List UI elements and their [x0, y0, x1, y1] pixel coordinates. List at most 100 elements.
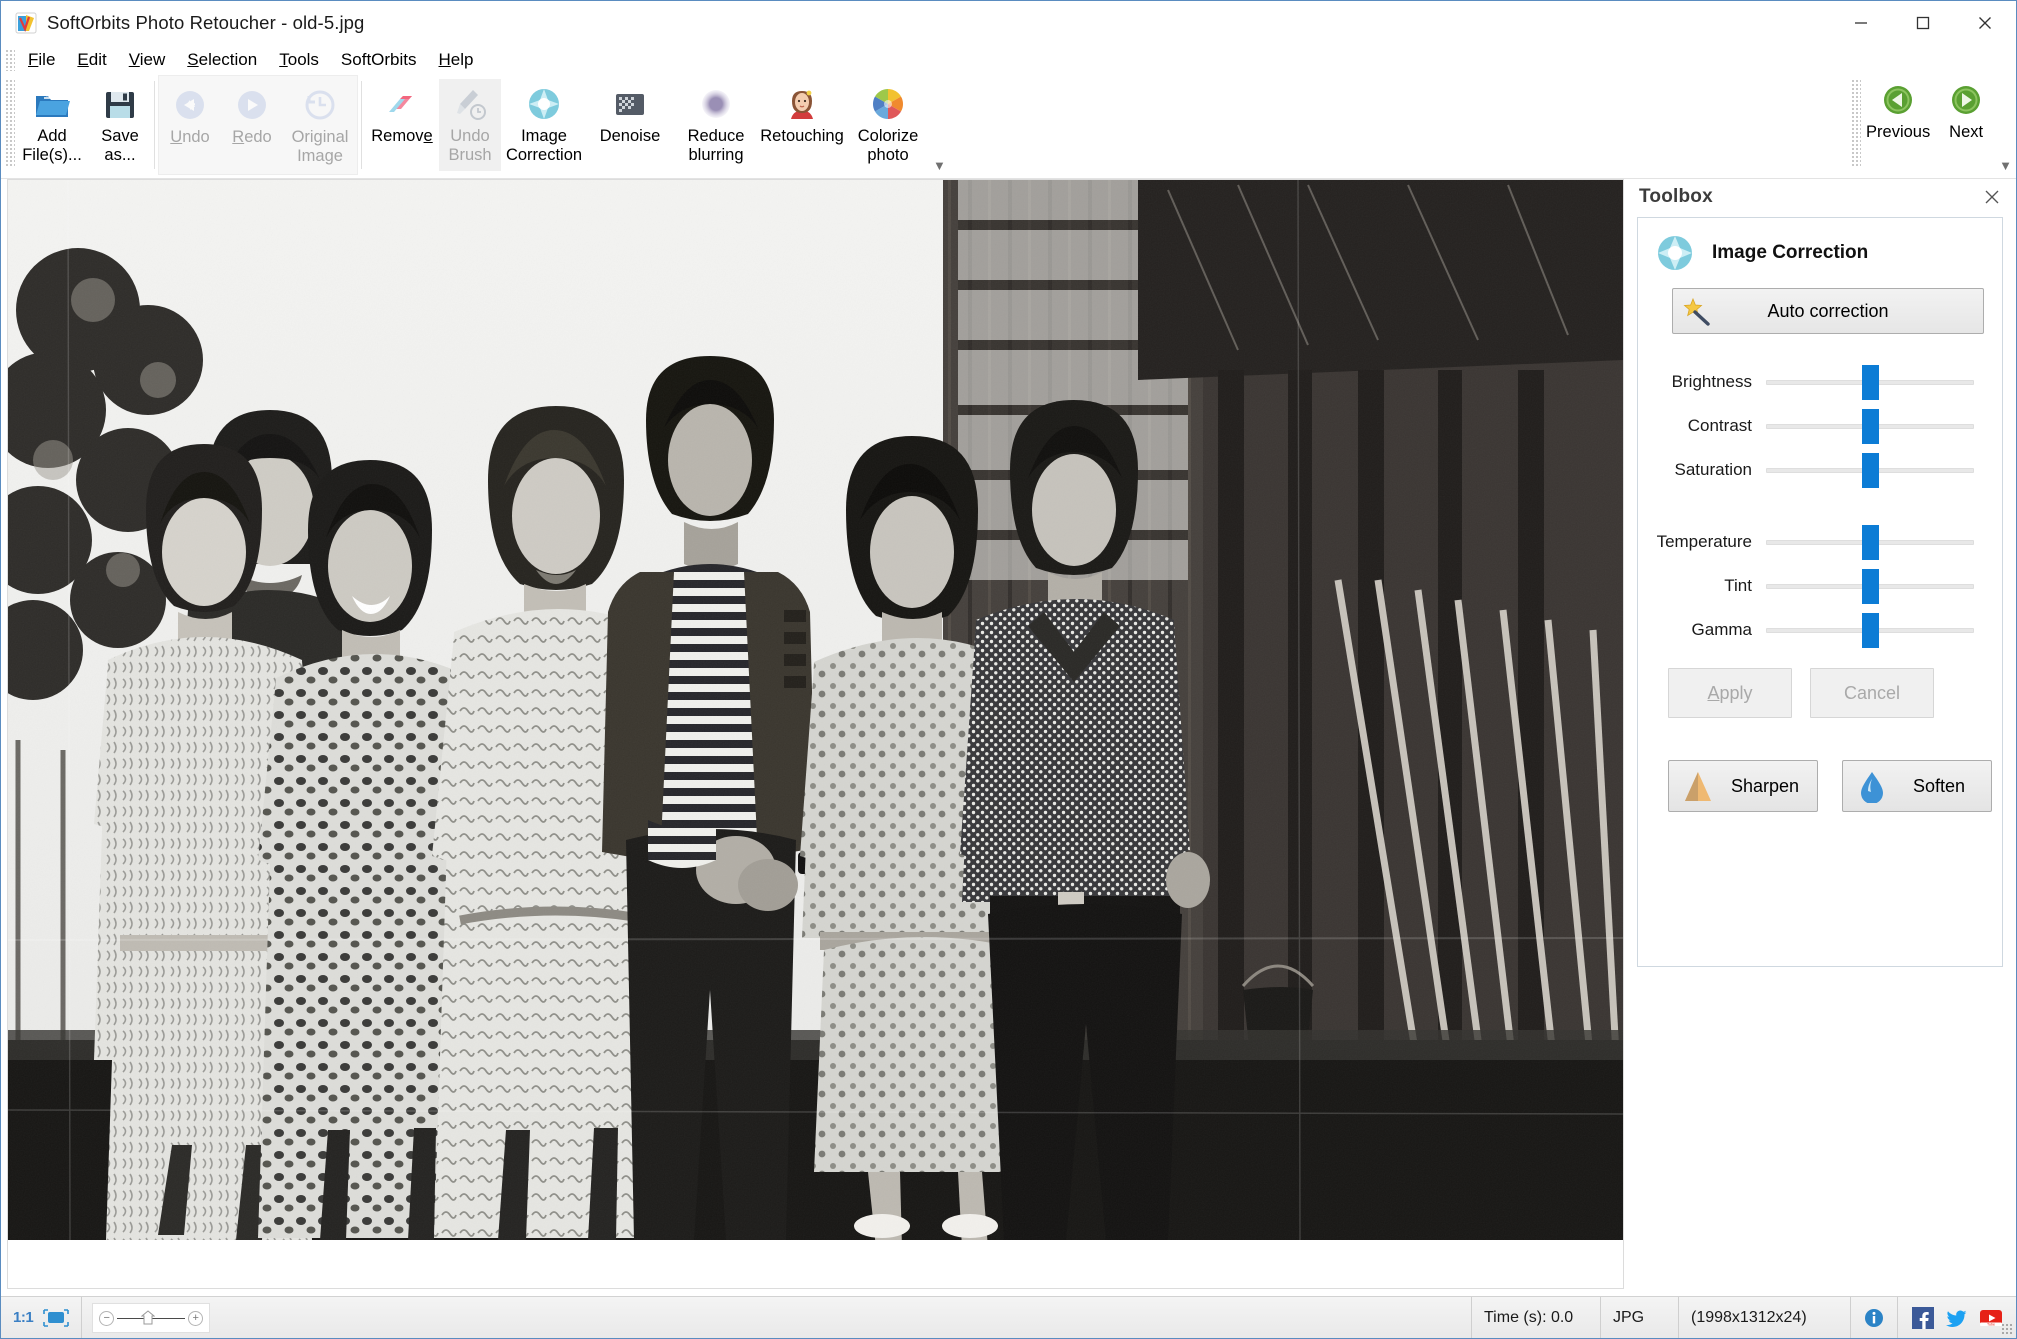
twitter-icon[interactable]: [1946, 1307, 1968, 1329]
toolbar-gripper-icon[interactable]: [5, 79, 15, 167]
menu-item-view[interactable]: View: [118, 48, 177, 72]
nav-overflow-icon[interactable]: ▼: [1999, 158, 2012, 173]
denoise-button[interactable]: Denoise: [587, 79, 673, 171]
slider-contrast-label: Contrast: [1687, 416, 1752, 435]
slider-temperature-thumb[interactable]: [1862, 525, 1879, 560]
save-as-button[interactable]: Save as...: [89, 79, 151, 171]
redo-button[interactable]: Redo: [221, 80, 283, 172]
zoom-icons: 1:1: [1, 1308, 81, 1327]
remove-button[interactable]: Remove: [365, 79, 439, 171]
colorize-photo-button[interactable]: Colorize photo: [845, 79, 931, 171]
toolbox-close-icon[interactable]: [1979, 184, 2005, 210]
slider-tint[interactable]: Tint: [1648, 564, 1992, 608]
original-image-button[interactable]: Original Image: [283, 80, 357, 172]
slider-gamma-label: Gamma: [1691, 620, 1752, 639]
image-viewport[interactable]: [7, 179, 1624, 1289]
close-button[interactable]: [1954, 1, 2016, 45]
slider-gamma[interactable]: Gamma: [1648, 608, 1992, 652]
slider-brightness-label: Brightness: [1671, 372, 1752, 391]
menu-item-edit[interactable]: Edit: [66, 48, 117, 72]
youtube-icon[interactable]: Tube: [1980, 1307, 2002, 1329]
zoom-home-icon[interactable]: [140, 1309, 156, 1325]
slider-tint-track[interactable]: [1766, 566, 1974, 606]
resize-grip-icon[interactable]: [2001, 1323, 2013, 1335]
slider-temperature-track[interactable]: [1766, 522, 1974, 562]
minimize-button[interactable]: [1830, 1, 1892, 45]
toolbar-group-effects: Image Correction Denoise Reduce blurring…: [501, 75, 950, 175]
slider-saturation-track[interactable]: [1766, 450, 1974, 490]
toolbar-separator: [361, 81, 362, 169]
toolbar-group-navigation: Previous Next ▼: [1847, 75, 2016, 175]
color-wheel-icon: [869, 85, 907, 123]
previous-button[interactable]: Previous: [1861, 75, 1935, 167]
floppy-save-icon: [101, 85, 139, 123]
cancel-button[interactable]: Cancel: [1810, 668, 1934, 718]
nav-gripper-icon[interactable]: [1851, 79, 1862, 167]
photograph-image: [8, 180, 1623, 1240]
sharpen-button[interactable]: Sharpen: [1668, 760, 1818, 812]
menu-item-file[interactable]: File: [17, 48, 66, 72]
menu-item-help[interactable]: Help: [428, 48, 485, 72]
menu-item-selection[interactable]: Selection: [176, 48, 268, 72]
apply-button[interactable]: Apply: [1668, 668, 1792, 718]
slider-contrast-thumb[interactable]: [1862, 409, 1879, 444]
reduce-blurring-label: Reduce blurring: [687, 127, 745, 164]
info-icon[interactable]: [1863, 1307, 1885, 1329]
zoom-out-button[interactable]: −: [99, 1310, 115, 1326]
panel-title: Image Correction: [1712, 242, 1869, 263]
slider-gamma-thumb[interactable]: [1862, 613, 1879, 648]
slider-brightness-thumb[interactable]: [1862, 365, 1879, 400]
slider-gamma-track[interactable]: [1766, 610, 1974, 650]
slider-contrast-track[interactable]: [1766, 406, 1974, 446]
add-files-button[interactable]: Add File(s)...: [15, 79, 89, 171]
status-spacer: [210, 1297, 1471, 1339]
undo-button[interactable]: Undo: [159, 80, 221, 172]
fit-to-window-icon[interactable]: [43, 1308, 69, 1327]
toolbox-header: Toolbox: [1629, 179, 2011, 215]
slider-brightness-track[interactable]: [1766, 362, 1974, 402]
slider-saturation[interactable]: Saturation: [1648, 448, 1992, 492]
toolbar-group-file: Add File(s)... Save as...: [15, 75, 151, 175]
window-controls: [1830, 1, 2016, 45]
auto-correction-button[interactable]: Auto correction: [1672, 288, 1984, 334]
toolbar: Add File(s)... Save as... Undo Redo Orig…: [1, 75, 2016, 179]
undo-brush-button[interactable]: Undo Brush: [439, 79, 501, 171]
menu-item-softorbits[interactable]: SoftOrbits: [330, 48, 428, 72]
info-cell[interactable]: [1851, 1296, 1898, 1338]
photo-canvas[interactable]: [8, 180, 1623, 1240]
redo-label: Redo: [232, 128, 272, 146]
facebook-icon[interactable]: [1912, 1306, 1934, 1329]
green-left-arrow-icon: [1879, 81, 1917, 119]
menu-item-tools[interactable]: Tools: [268, 48, 330, 72]
reduce-blurring-button[interactable]: Reduce blurring: [673, 79, 759, 171]
slider-contrast[interactable]: Contrast: [1648, 404, 1992, 448]
zoom-slider[interactable]: − +: [92, 1302, 211, 1333]
zoom-in-button[interactable]: +: [188, 1310, 204, 1326]
slider-saturation-thumb[interactable]: [1862, 453, 1879, 488]
add-files-label: Add File(s)...: [22, 127, 82, 164]
image-correction-icon: [1654, 232, 1696, 274]
toolbar-overflow-icon[interactable]: ▼: [933, 158, 946, 173]
slider-brightness[interactable]: Brightness: [1648, 360, 1992, 404]
svg-text:Tube: Tube: [1987, 1322, 1995, 1326]
redo-arrow-icon: [233, 86, 271, 124]
open-folder-icon: [33, 85, 71, 123]
menu-gripper-icon[interactable]: [5, 49, 15, 71]
clock-history-icon: [301, 86, 339, 124]
social-links: Tube: [1898, 1297, 2016, 1339]
retouching-button[interactable]: Retouching: [759, 79, 845, 171]
window-title: SoftOrbits Photo Retoucher - old-5.jpg: [47, 12, 365, 33]
denoise-icon: [611, 85, 649, 123]
slider-temperature[interactable]: Temperature: [1648, 520, 1992, 564]
slider-tint-label: Tint: [1724, 576, 1752, 595]
zoom-ratio-1to1-button[interactable]: 1:1: [13, 1309, 34, 1326]
image-correction-button[interactable]: Image Correction: [501, 79, 587, 171]
soften-button[interactable]: Soften: [1842, 760, 1992, 812]
next-button[interactable]: Next: [1935, 75, 1997, 167]
retouching-face-icon: [783, 85, 821, 123]
menu-bar: File Edit View Selection Tools SoftOrbit…: [1, 45, 2016, 75]
maximize-button[interactable]: [1892, 1, 1954, 45]
auto-correction-label: Auto correction: [1767, 300, 1889, 321]
slider-tint-thumb[interactable]: [1862, 569, 1879, 604]
status-bar: 1:1 − + Time (s): 0.0 JPG (1998x1312x24)…: [1, 1296, 2016, 1338]
